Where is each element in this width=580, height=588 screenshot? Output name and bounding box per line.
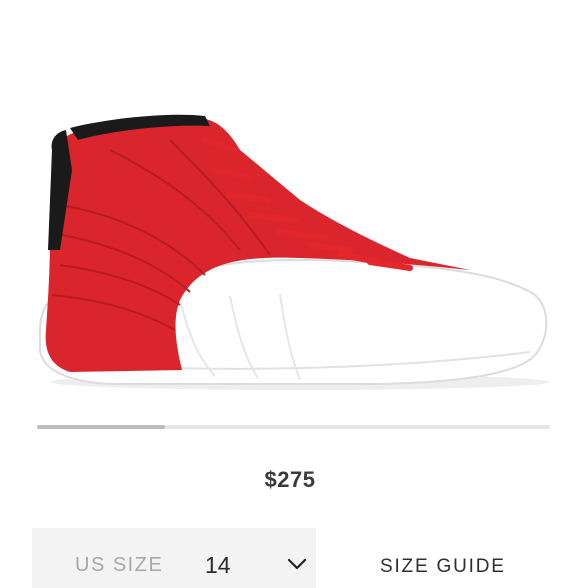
- sneaker-illustration: [39, 114, 550, 390]
- product-price: $275: [264, 467, 316, 492]
- image-carousel-indicator[interactable]: [37, 425, 550, 429]
- size-value: 14: [205, 552, 231, 578]
- carousel-progress-fill: [37, 425, 166, 429]
- size-guide-link[interactable]: SIZE GUIDE: [380, 556, 506, 578]
- size-label: US SIZE: [75, 554, 164, 576]
- chevron-down-icon: [288, 558, 306, 570]
- size-dropdown[interactable]: US SIZE 14: [32, 528, 316, 588]
- product-image[interactable]: [0, 0, 580, 410]
